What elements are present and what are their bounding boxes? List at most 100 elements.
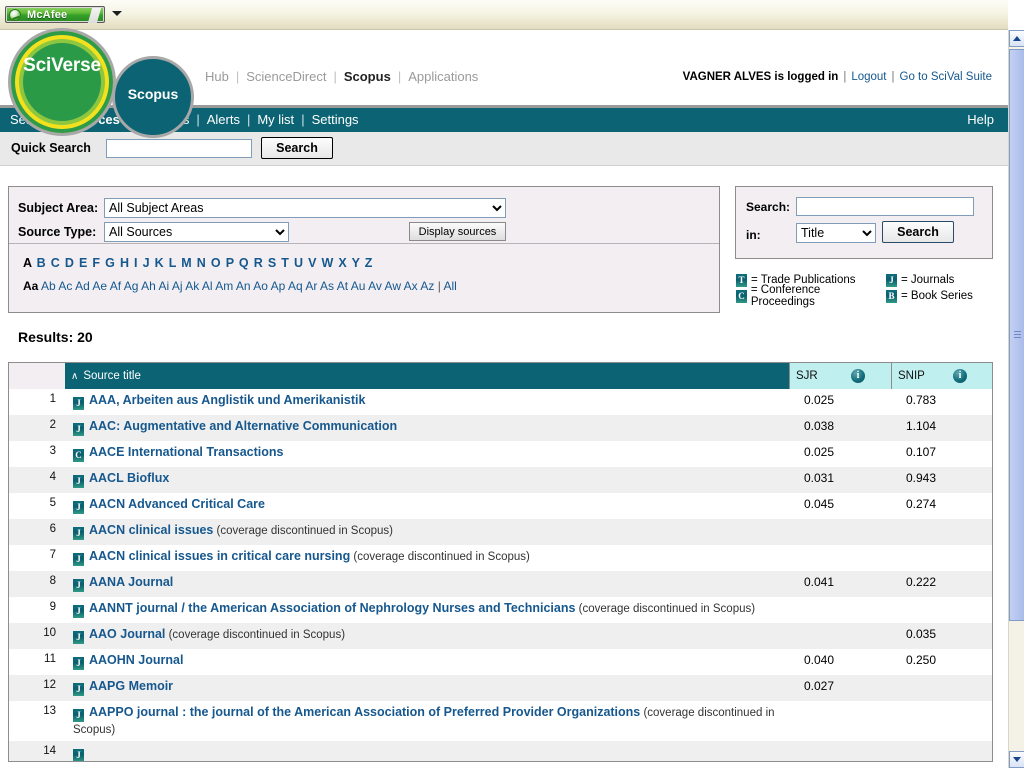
nav-item-settings[interactable]: Settings: [312, 112, 359, 127]
source-title-link[interactable]: AANNT journal / the American Association…: [89, 601, 575, 615]
suite-nav-hub[interactable]: Hub: [205, 69, 229, 84]
alphabet-link-t[interactable]: T: [281, 256, 289, 270]
scrollbar-thumb[interactable]: [1009, 49, 1024, 621]
table-row: 1 J AAA, Arbeiten aus Anglistik und Amerik…: [9, 389, 992, 415]
source-title-link[interactable]: AAPG Memoir: [89, 679, 173, 693]
alphabet-link-n[interactable]: N: [197, 256, 207, 270]
vertical-scrollbar[interactable]: [1008, 30, 1024, 768]
alphabet-link-w[interactable]: W: [321, 256, 334, 270]
sub-alphabet-link-ak[interactable]: Ak: [185, 279, 199, 293]
alphabet-link-f[interactable]: F: [92, 256, 100, 270]
sub-alphabet-link-ad[interactable]: Ad: [75, 279, 90, 293]
logout-link[interactable]: Logout: [851, 71, 886, 83]
alphabet-link-l[interactable]: L: [169, 256, 177, 270]
sub-alphabet-link-ah[interactable]: Ah: [141, 279, 156, 293]
sub-alphabet-link-aq[interactable]: Aq: [288, 279, 303, 293]
scroll-down-button[interactable]: [1009, 751, 1024, 768]
alphabet-link-m[interactable]: M: [181, 256, 192, 270]
sub-alphabet-link-au[interactable]: Au: [351, 279, 366, 293]
sub-alphabet-link-av[interactable]: Av: [368, 279, 382, 293]
alphabet-link-r[interactable]: R: [254, 256, 264, 270]
snip-value: [891, 675, 992, 701]
sub-alphabet-link-af[interactable]: Af: [110, 279, 121, 293]
sub-alphabet-link-ar[interactable]: Ar: [305, 279, 317, 293]
sub-alphabet-link-at[interactable]: At: [337, 279, 348, 293]
sub-alphabet-link-ag[interactable]: Ag: [124, 279, 139, 293]
suite-nav-sciencedirect[interactable]: ScienceDirect: [246, 69, 326, 84]
sub-alphabet-link-ax[interactable]: Ax: [404, 279, 418, 293]
sub-alphabet-link-aj[interactable]: Aj: [172, 279, 183, 293]
source-title-link[interactable]: AAOHN Journal: [89, 653, 183, 667]
mcafee-button[interactable]: McAfee: [5, 6, 105, 23]
sub-alphabet-link-az[interactable]: Az: [420, 279, 434, 293]
conference-proceedings-icon: C: [73, 449, 84, 462]
alphabet-link-d[interactable]: D: [65, 256, 75, 270]
alphabet-link-z[interactable]: Z: [365, 256, 373, 270]
nav-item-alerts[interactable]: Alerts: [207, 112, 240, 127]
snip-header[interactable]: SNIP i: [891, 363, 992, 389]
sub-alphabet-link-as[interactable]: As: [320, 279, 334, 293]
source-title-link[interactable]: AAA, Arbeiten aus Anglistik und Amerikan…: [89, 393, 365, 407]
alphabet-link-e[interactable]: E: [79, 256, 88, 270]
alphabet-link-c[interactable]: C: [51, 256, 61, 270]
alphabet-link-j[interactable]: J: [143, 256, 151, 270]
alphabet-link-s[interactable]: S: [268, 256, 277, 270]
sub-alphabet-link-all[interactable]: All: [444, 279, 457, 293]
sub-alphabet-link-ai[interactable]: Ai: [159, 279, 170, 293]
alphabet-link-h[interactable]: H: [120, 256, 130, 270]
sjr-info-icon[interactable]: i: [851, 369, 865, 383]
sjr-header[interactable]: SJR i: [789, 363, 892, 389]
sub-alphabet-link-ap[interactable]: Ap: [271, 279, 286, 293]
sciverse-logo[interactable]: SciVerse: [8, 28, 116, 136]
alphabet-link-q[interactable]: Q: [239, 256, 250, 270]
alphabet-link-v[interactable]: V: [308, 256, 317, 270]
display-sources-button[interactable]: Display sources: [409, 222, 506, 241]
alphabet-link-p[interactable]: P: [226, 256, 235, 270]
source-title-link[interactable]: AAC: Augmentative and Alternative Commun…: [89, 419, 397, 433]
source-title-link[interactable]: AACE International Transactions: [89, 445, 283, 459]
help-link[interactable]: Help: [967, 112, 994, 127]
quick-search-input[interactable]: [106, 139, 252, 158]
alphabet-link-o[interactable]: O: [211, 256, 222, 270]
source-type-select[interactable]: All Sources: [104, 222, 289, 242]
sub-alphabet-link-al[interactable]: Al: [202, 279, 213, 293]
source-title-link[interactable]: AAO Journal: [89, 627, 165, 641]
sub-alphabet-link-an[interactable]: An: [236, 279, 251, 293]
nav-item-my-list[interactable]: My list: [257, 112, 294, 127]
scival-suite-link[interactable]: Go to SciVal Suite: [900, 71, 992, 83]
scroll-up-button[interactable]: [1009, 30, 1024, 47]
source-title-header[interactable]: ∧ Source title: [65, 363, 790, 389]
sub-alphabet-link-ao[interactable]: Ao: [253, 279, 268, 293]
alphabet-link-k[interactable]: K: [155, 256, 165, 270]
suite-nav-scopus[interactable]: Scopus: [344, 69, 391, 84]
sub-alphabet-link-ae[interactable]: Ae: [92, 279, 107, 293]
alphabet-link-g[interactable]: G: [105, 256, 116, 270]
subject-area-select[interactable]: All Subject Areas: [104, 198, 506, 218]
title-search-button[interactable]: Search: [882, 221, 954, 243]
source-title-link[interactable]: AAPPO journal : the journal of the Ameri…: [89, 705, 640, 719]
alphabet-link-y[interactable]: Y: [352, 256, 361, 270]
alphabet-link-i[interactable]: I: [134, 256, 138, 270]
chevron-down-icon[interactable]: [112, 11, 122, 16]
source-title-link[interactable]: AACN clinical issues: [89, 523, 213, 537]
quick-search-button[interactable]: Search: [261, 137, 333, 159]
alphabet-link-b[interactable]: B: [37, 256, 47, 270]
scopus-logo[interactable]: Scopus: [112, 56, 194, 138]
title-search-input[interactable]: [796, 197, 974, 216]
alphabet-link-x[interactable]: X: [338, 256, 347, 270]
snip-info-icon[interactable]: i: [953, 369, 967, 383]
row-source-title-cell: J AAOHN Journal: [65, 649, 790, 675]
sub-alphabet-link-ab[interactable]: Ab: [41, 279, 56, 293]
source-title-link[interactable]: AACL Bioflux: [89, 471, 169, 485]
source-title-link[interactable]: AACN Advanced Critical Care: [89, 497, 265, 511]
source-title-link[interactable]: AACN clinical issues in critical care nu…: [89, 549, 350, 563]
alphabet-link-u[interactable]: U: [294, 256, 304, 270]
sub-alphabet-link-aw[interactable]: Aw: [385, 279, 401, 293]
sub-alphabet-link-ac[interactable]: Ac: [58, 279, 72, 293]
login-info: VAGNER ALVES is logged in | Logout | Go to S…: [683, 71, 992, 83]
source-title-link[interactable]: AANA Journal: [89, 575, 173, 589]
search-in-select[interactable]: Title: [796, 223, 876, 243]
chevron-up-icon: [1013, 36, 1021, 41]
sub-alphabet-link-am[interactable]: Am: [215, 279, 233, 293]
suite-nav-applications[interactable]: Applications: [408, 69, 478, 84]
